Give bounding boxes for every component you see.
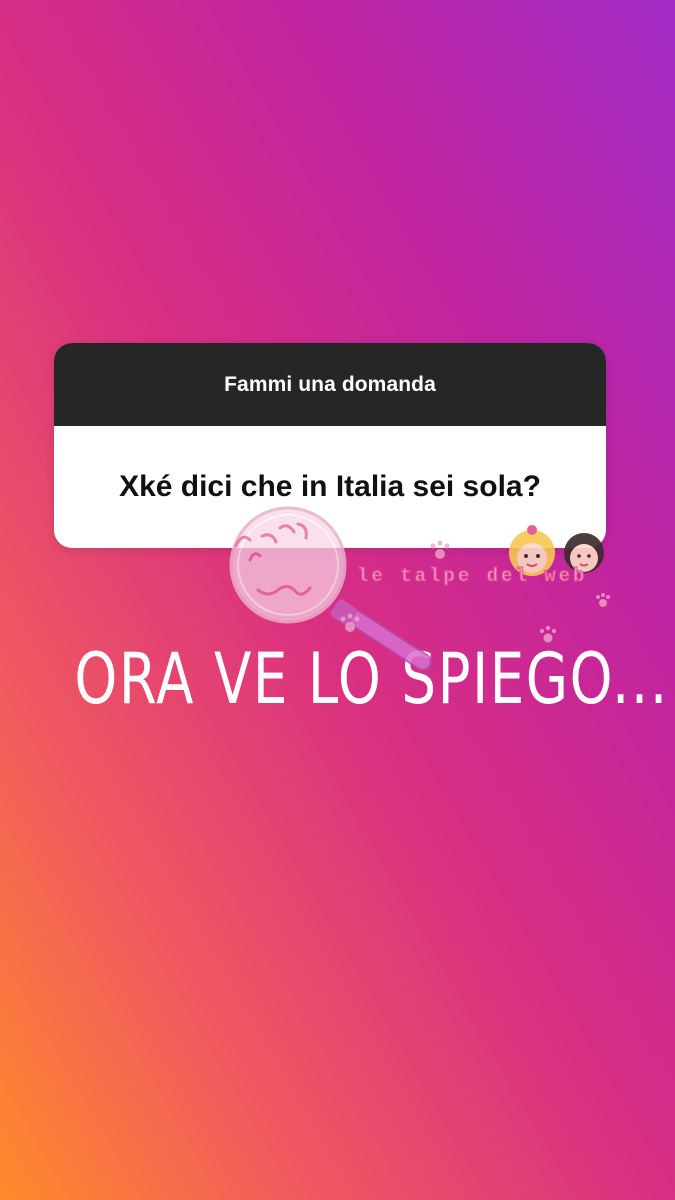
question-sticker-title: Fammi una domanda <box>224 372 436 396</box>
question-sticker-body: Xké dici che in Italia sei sola? <box>54 426 606 548</box>
question-text: Xké dici che in Italia sei sola? <box>119 470 541 503</box>
story-background <box>0 0 675 1200</box>
question-sticker-header: Fammi una domanda <box>54 343 606 426</box>
question-sticker[interactable]: Fammi una domanda Xké dici che in Italia… <box>54 343 606 548</box>
story-caption: ORA VE LO SPIEGO... <box>74 638 669 720</box>
